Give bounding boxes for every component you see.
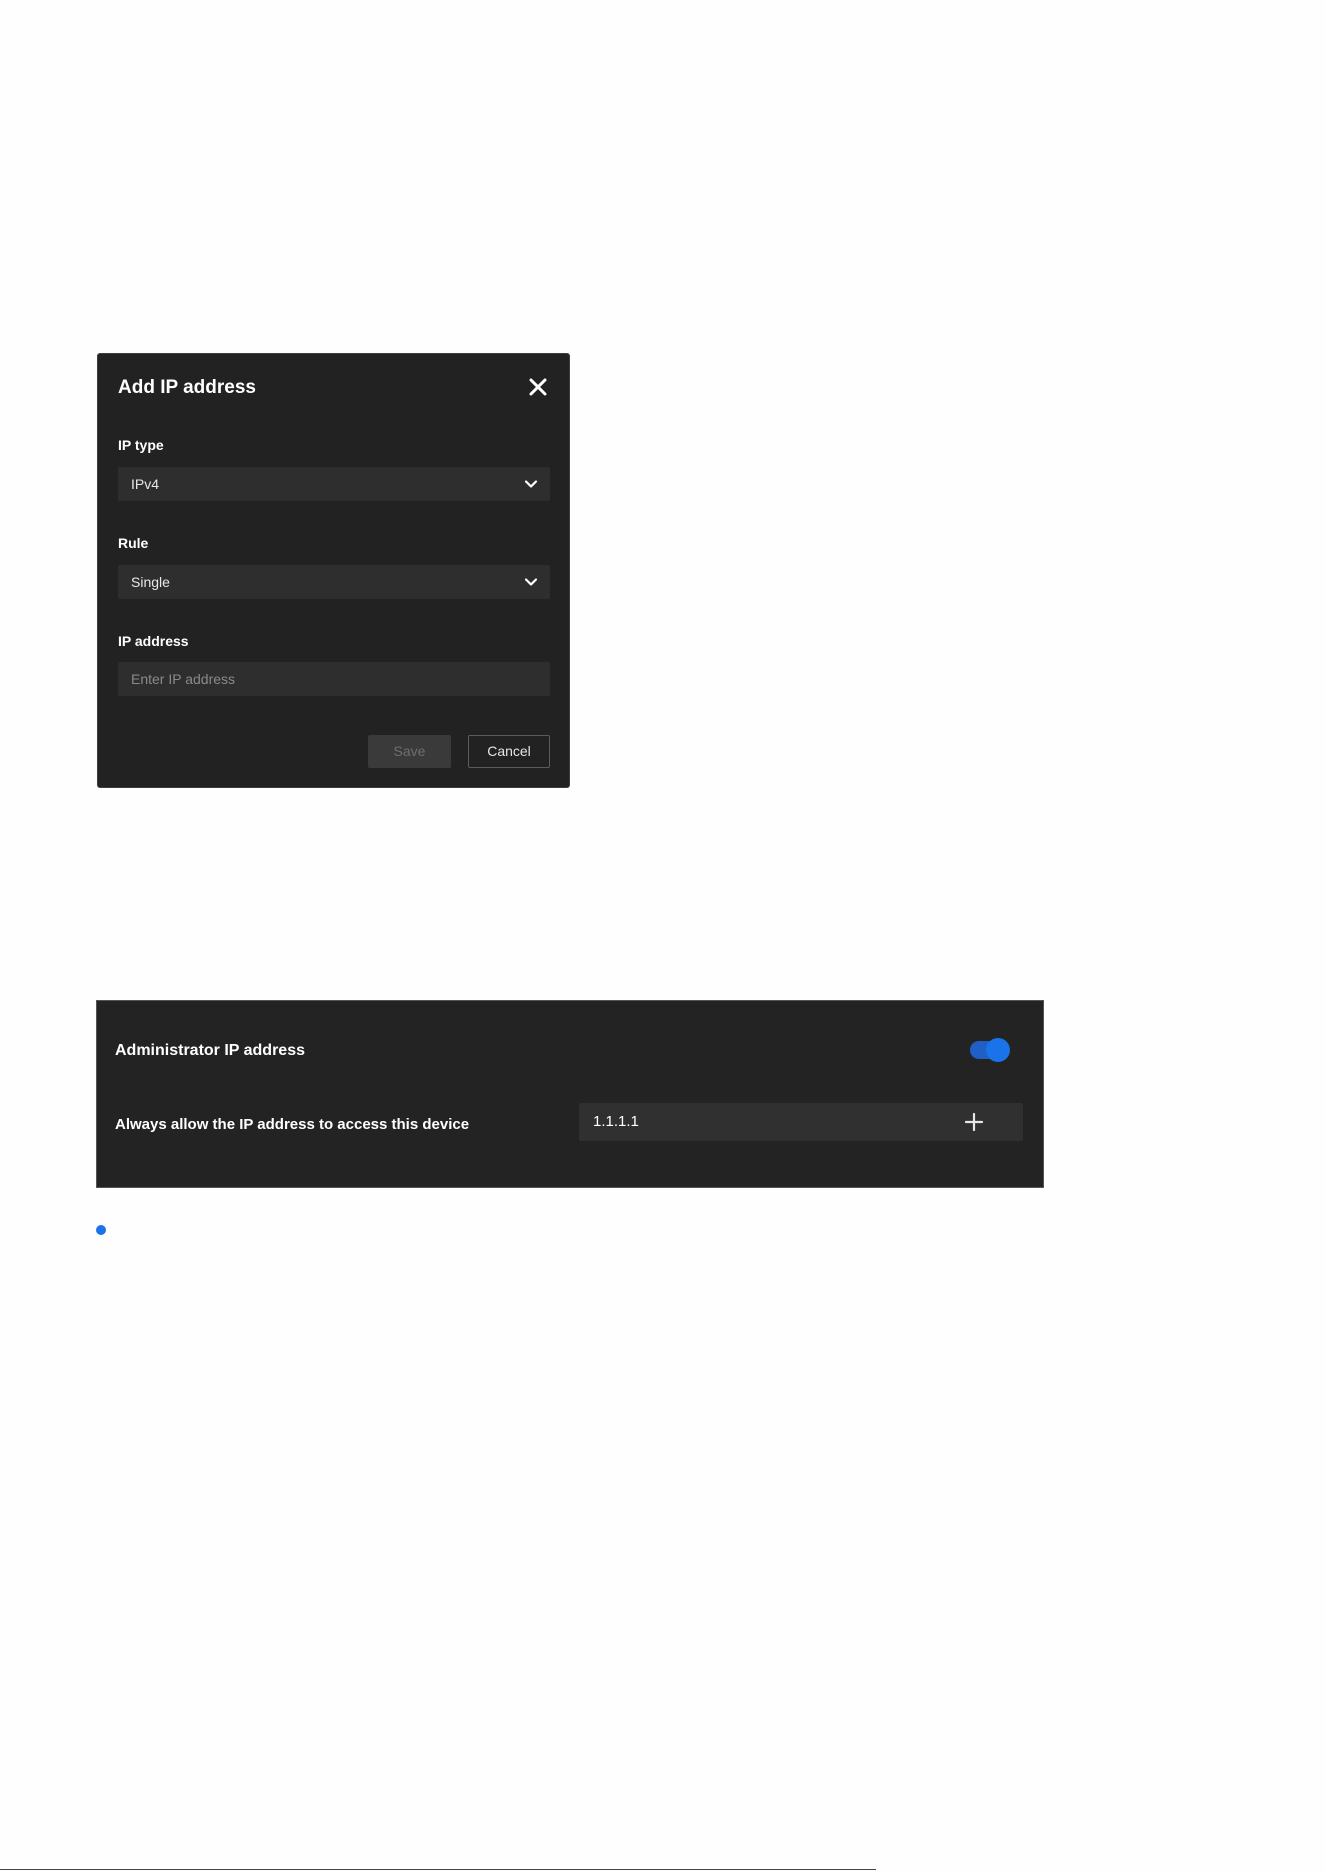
close-button[interactable] — [527, 376, 549, 398]
chevron-down-icon — [524, 477, 538, 491]
always-allow-label: Always allow the IP address to access th… — [115, 1116, 470, 1133]
plus-icon — [964, 1112, 984, 1132]
administrator-ip-title: Administrator IP address — [115, 1042, 305, 1059]
ip-type-label: IP type — [118, 437, 164, 453]
save-button[interactable]: Save — [368, 735, 451, 768]
rule-label: Rule — [118, 535, 149, 551]
rule-selected-value: Single — [131, 574, 170, 590]
bullet-dot — [96, 1225, 106, 1235]
add-ip-address-dialog: Add IP address IP type IPv4 Rule Single … — [97, 353, 570, 788]
cancel-button[interactable]: Cancel — [468, 735, 550, 768]
rule-select[interactable]: Single — [118, 565, 550, 599]
divider — [0, 1869, 876, 1870]
administrator-ip-panel: Administrator IP address Always allow th… — [96, 1000, 1044, 1188]
ip-address-field — [118, 662, 550, 696]
allowed-ip-field[interactable]: 1.1.1.1 — [579, 1103, 1023, 1141]
chevron-down-icon — [524, 575, 538, 589]
ip-address-input[interactable] — [118, 662, 550, 696]
ip-type-selected-value: IPv4 — [131, 476, 160, 492]
administrator-ip-toggle[interactable] — [970, 1038, 1010, 1062]
ip-address-label: IP address — [118, 633, 189, 649]
dialog-title: Add IP address — [118, 377, 256, 398]
toggle-knob — [986, 1038, 1010, 1062]
close-icon — [527, 376, 549, 398]
allowed-ip-value: 1.1.1.1 — [593, 1113, 639, 1130]
add-ip-button[interactable] — [964, 1112, 984, 1132]
ip-type-select[interactable]: IPv4 — [118, 467, 550, 501]
